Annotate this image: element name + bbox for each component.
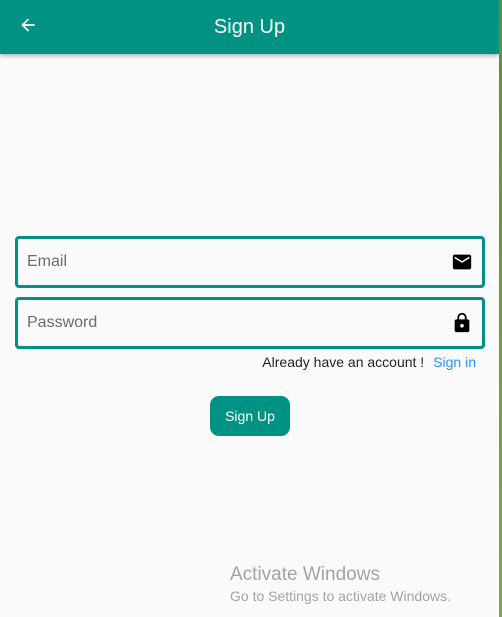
watermark-subtitle: Go to Settings to activate Windows. — [230, 588, 451, 604]
lock-icon — [450, 311, 474, 335]
page-title: Sign Up — [213, 16, 286, 38]
app-window: Sign Up Already have an account ! Sign i… — [0, 0, 499, 617]
watermark-title: Activate Windows — [230, 564, 380, 585]
email-input[interactable] — [18, 239, 450, 285]
account-prompt-text: Already have an account ! — [262, 354, 425, 370]
back-button[interactable] — [10, 9, 46, 45]
sign-up-button[interactable]: Sign Up — [210, 396, 290, 436]
sign-in-link[interactable]: Sign in — [433, 354, 476, 370]
activation-watermark: Activate Windows Go to Settings to activ… — [230, 564, 451, 606]
envelope-icon — [450, 250, 474, 274]
app-bar: Sign Up — [0, 0, 499, 54]
arrow-left-icon — [18, 15, 38, 40]
account-prompt-row: Already have an account ! Sign in — [262, 354, 476, 370]
email-field[interactable] — [15, 236, 485, 288]
password-field[interactable] — [15, 297, 485, 349]
password-input[interactable] — [18, 300, 450, 346]
